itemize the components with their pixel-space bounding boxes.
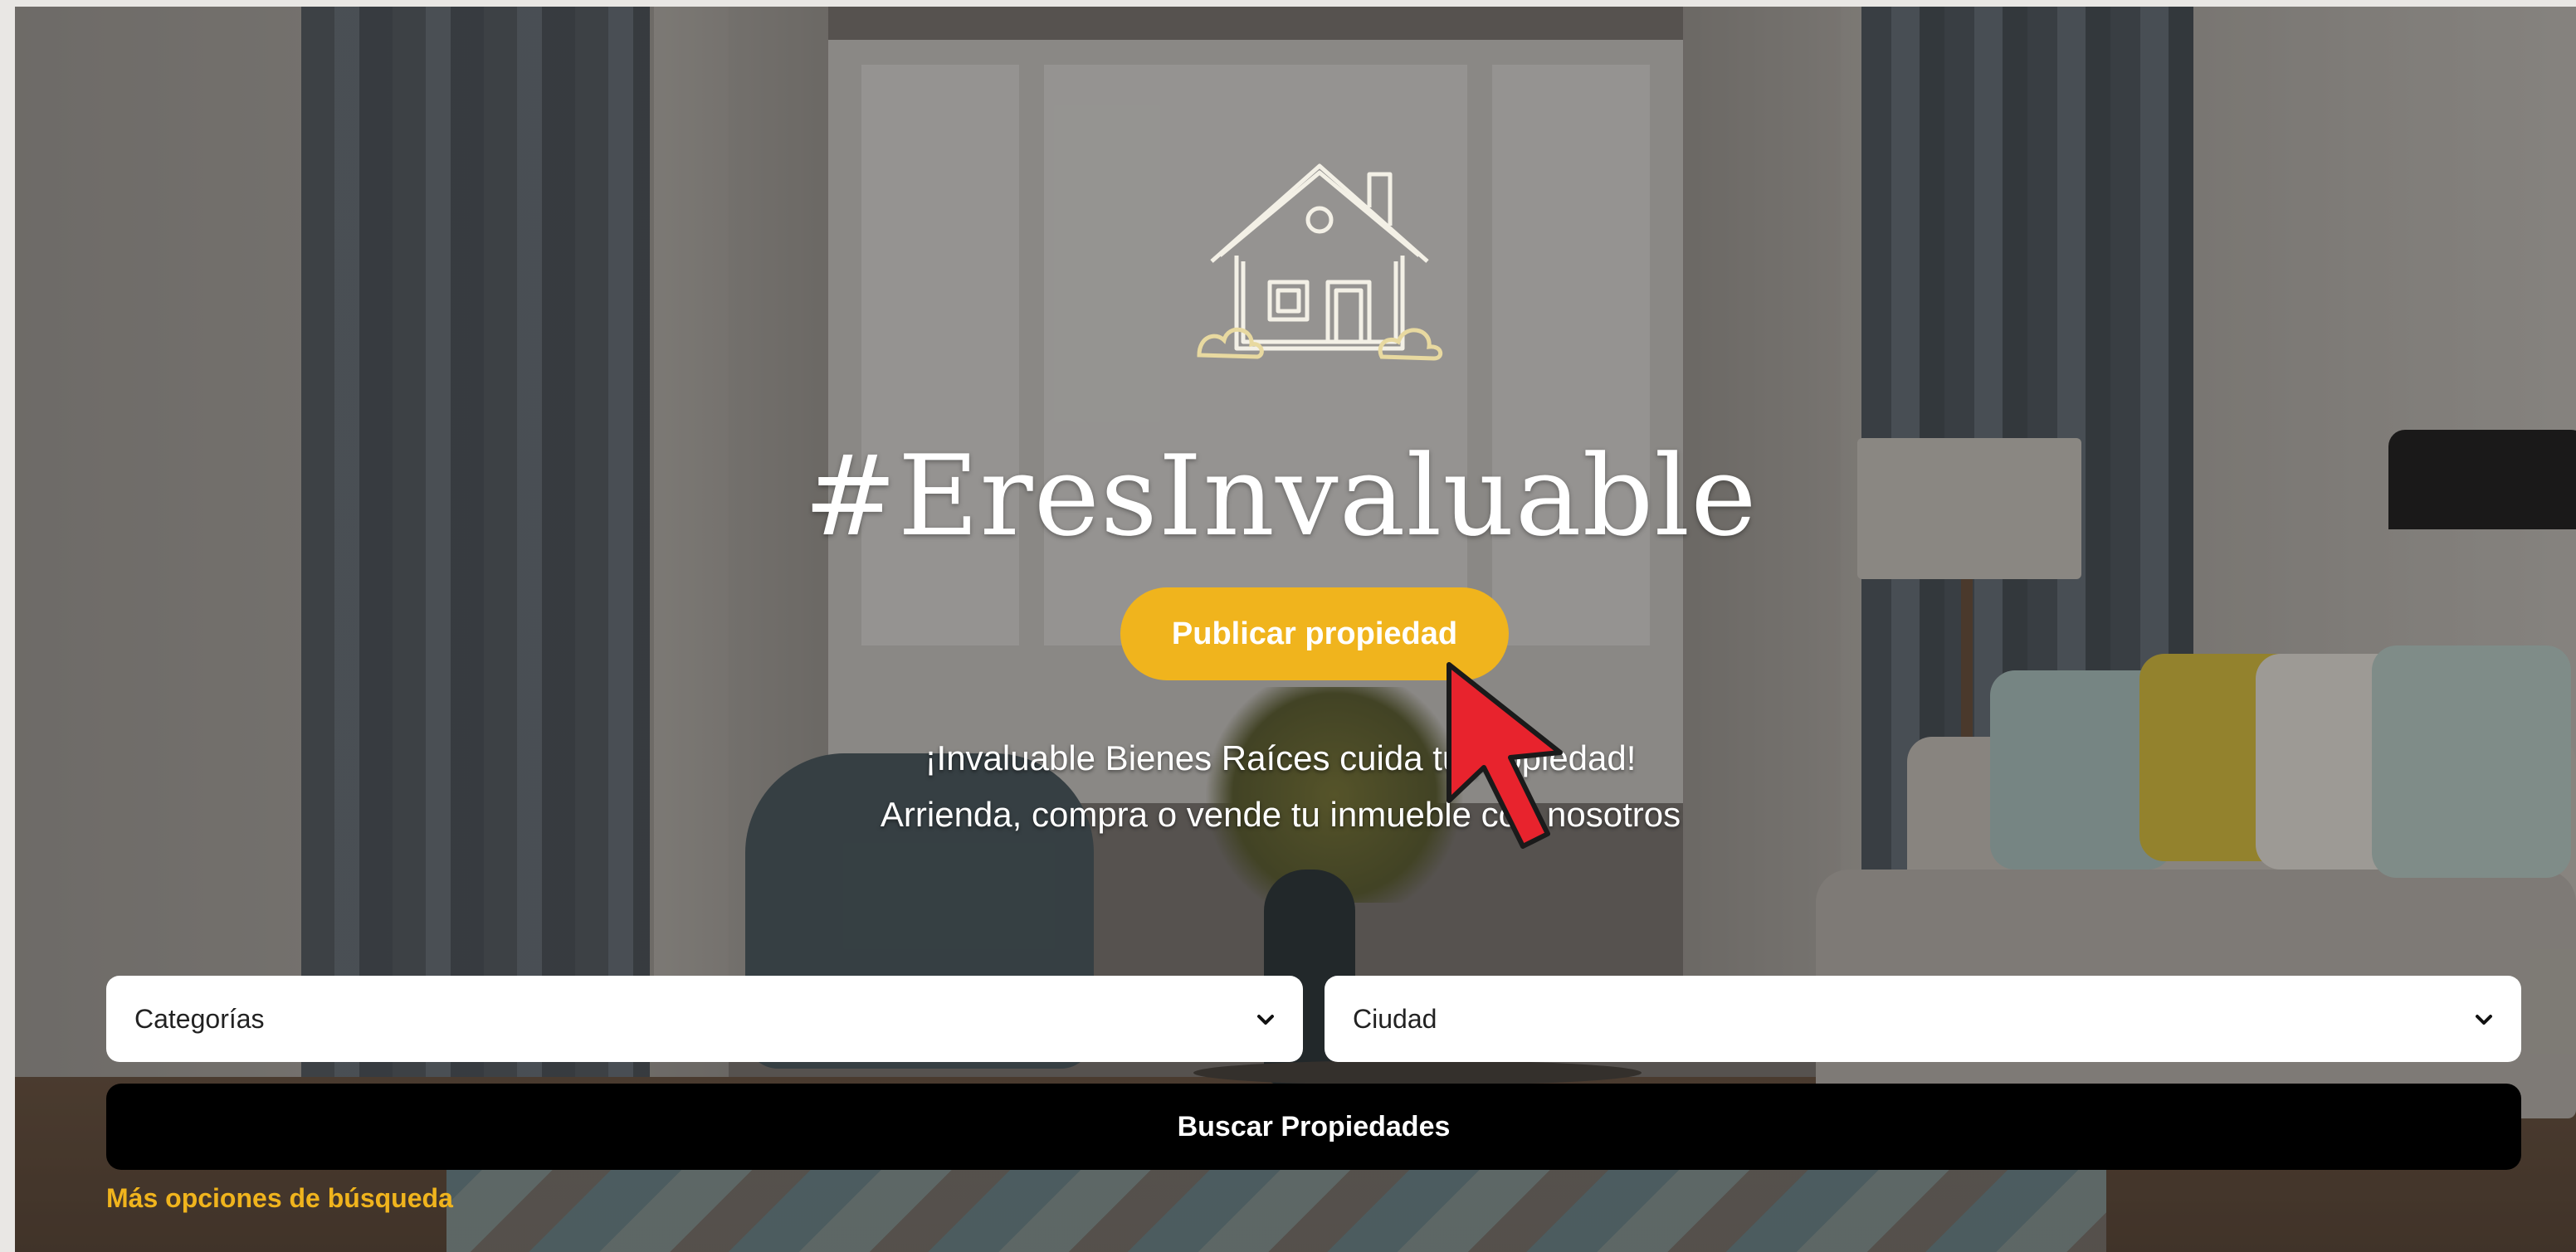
chevron-down-icon <box>1257 1015 1274 1025</box>
category-select-value: Categorías <box>134 1003 265 1034</box>
search-properties-button[interactable]: Buscar Propiedades <box>106 1084 2521 1170</box>
mouse-pointer-icon <box>1447 662 1563 849</box>
city-select-value: Ciudad <box>1353 1003 1437 1034</box>
city-select[interactable]: Ciudad <box>1325 976 2521 1062</box>
tagline: ¡Invaluable Bienes Raíces cuida tu propi… <box>925 738 1637 777</box>
tagline: Arrienda, compra o vende tu inmueble con… <box>880 795 1681 834</box>
category-select[interactable]: Categorías <box>106 976 1303 1062</box>
house-icon <box>1197 163 1443 361</box>
chevron-down-icon <box>2476 1015 2492 1025</box>
more-search-options-link[interactable]: Más opciones de búsqueda <box>106 1183 453 1214</box>
page-title: #EresInvaluable <box>803 431 1758 561</box>
